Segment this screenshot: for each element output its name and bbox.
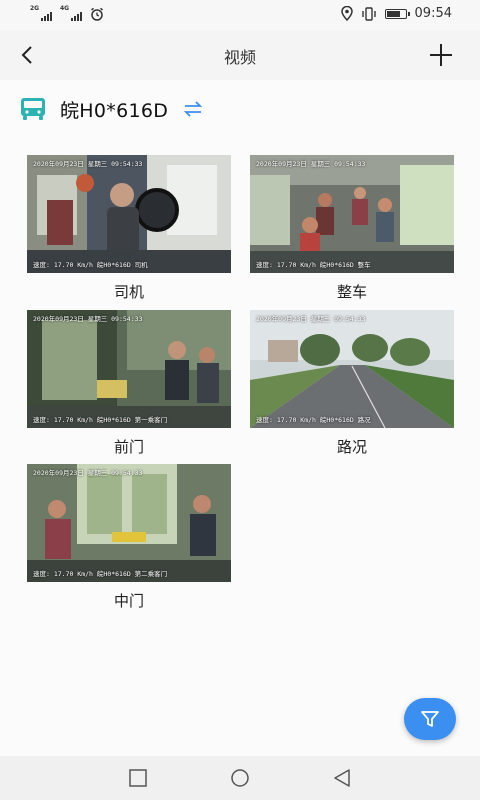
circle-icon[interactable] bbox=[230, 768, 250, 788]
status-right: 09:54 bbox=[340, 6, 452, 21]
location-icon bbox=[340, 6, 353, 21]
camera-label: 司机 bbox=[113, 283, 144, 301]
signal-type-2: 4G bbox=[60, 5, 70, 12]
video-osd-timestamp: 2020年09月23日 星期三 09:54:33 bbox=[256, 160, 366, 168]
system-nav-bar bbox=[0, 756, 480, 800]
page-title: 视频 bbox=[223, 48, 256, 67]
triangle-back-icon[interactable] bbox=[332, 768, 352, 788]
video-thumbnail[interactable]: 2020年09月23日 星期三 09:54:33 速度: 17.70 Km/h … bbox=[250, 155, 454, 273]
video-osd-info: 速度: 17.70 Km/h 皖H0*616D 司机 bbox=[33, 261, 148, 269]
filter-button[interactable] bbox=[404, 698, 456, 740]
bus-icon bbox=[21, 98, 45, 120]
video-thumbnail[interactable]: 2020年09月23日 星期三 09:54:33 速度: 17.70 Km/h … bbox=[250, 310, 454, 428]
signal-type-1: 2G bbox=[30, 5, 40, 12]
video-thumbnail[interactable]: 2020年09月23日 星期三 09:54:33 速度: 17.70 Km/h … bbox=[27, 464, 231, 582]
clock-time: 09:54 bbox=[414, 6, 452, 21]
video-osd-info: 速度: 17.70 Km/h 皖H0*616D 第一乘客门 bbox=[33, 416, 168, 424]
camera-tile-middle-door[interactable]: 2020年09月23日 星期三 09:54:33 速度: 17.70 Km/h … bbox=[27, 464, 231, 611]
alarm-clock-icon bbox=[91, 7, 103, 21]
video-panel: 皖H0*616D 2020年09月23日 星期三 09:54:33 速度: 17… bbox=[0, 80, 480, 756]
signal-group: 2G 4G bbox=[30, 5, 104, 21]
video-osd-timestamp: 2020年09月23日 星期三 09:54:33 bbox=[33, 160, 143, 168]
vehicle-plate: 皖H0*616D bbox=[60, 99, 169, 122]
signal-icon: 4G bbox=[60, 5, 82, 21]
camera-label: 前门 bbox=[113, 438, 144, 456]
battery-icon bbox=[384, 8, 410, 19]
filter-icon bbox=[421, 711, 439, 727]
camera-tile-road[interactable]: 2020年09月23日 星期三 09:54:33 速度: 17.70 Km/h … bbox=[250, 310, 454, 457]
video-osd-info: 速度: 17.70 Km/h 皖H0*616D 第二乘客门 bbox=[33, 570, 168, 578]
video-thumbnail[interactable]: 2020年09月23日 星期三 09:54:33 速度: 17.70 Km/h … bbox=[27, 310, 231, 428]
video-osd-timestamp: 2020年09月23日 星期三 09:54:33 bbox=[33, 315, 143, 323]
video-thumbnail[interactable]: 2020年09月23日 星期三 09:54:33 速度: 17.70 Km/h … bbox=[27, 155, 231, 273]
swap-arrows-icon[interactable] bbox=[182, 98, 204, 120]
video-osd-timestamp: 2020年09月23日 星期三 09:54:33 bbox=[33, 469, 143, 477]
video-osd-info: 速度: 17.70 Km/h 皖H0*616D 整车 bbox=[256, 261, 371, 269]
square-icon[interactable] bbox=[128, 768, 148, 788]
camera-label: 整车 bbox=[336, 283, 367, 301]
plus-icon[interactable] bbox=[428, 42, 454, 68]
status-bar: 2G 4G 09:54 bbox=[0, 0, 480, 30]
signal-icon: 2G bbox=[30, 5, 52, 21]
camera-label: 路况 bbox=[336, 438, 367, 456]
camera-tile-whole-bus[interactable]: 2020年09月23日 星期三 09:54:33 速度: 17.70 Km/h … bbox=[250, 155, 454, 302]
camera-tile-front-door[interactable]: 2020年09月23日 星期三 09:54:33 速度: 17.70 Km/h … bbox=[27, 310, 231, 457]
camera-label: 中门 bbox=[113, 592, 144, 610]
vehicle-selector[interactable]: 皖H0*616D bbox=[20, 96, 204, 122]
video-osd-info: 速度: 17.70 Km/h 皖H0*616D 路况 bbox=[256, 416, 371, 424]
camera-tile-driver[interactable]: 2020年09月23日 星期三 09:54:33 速度: 17.70 Km/h … bbox=[27, 155, 231, 302]
app-header: 视频 bbox=[0, 30, 480, 80]
vibrate-icon bbox=[361, 6, 376, 21]
video-osd-timestamp: 2020年09月23日 星期三 09:54:33 bbox=[256, 315, 366, 323]
